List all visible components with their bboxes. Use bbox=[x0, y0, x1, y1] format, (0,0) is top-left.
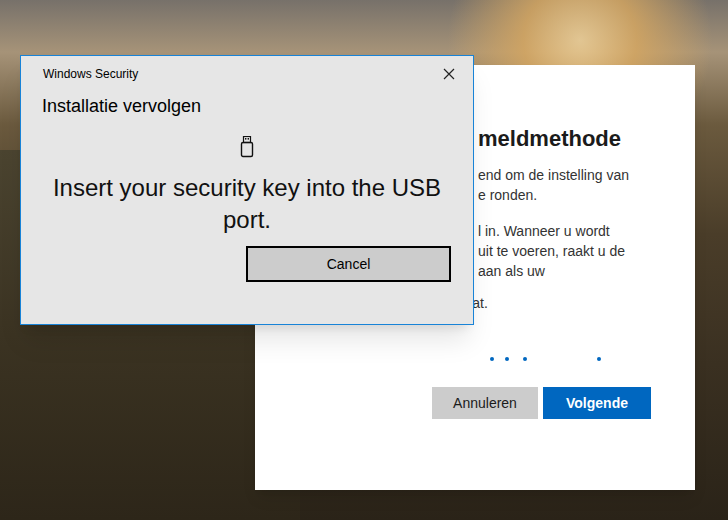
button-row: Annuleren Volgende bbox=[255, 387, 695, 419]
progress-dot bbox=[523, 357, 527, 361]
cancel-button[interactable]: Annuleren bbox=[432, 387, 538, 419]
paragraph: end om de instelling vane ronden. bbox=[478, 165, 679, 205]
progress-dot bbox=[597, 357, 601, 361]
button-label: Volgende bbox=[566, 393, 628, 414]
title-bar: Windows Security bbox=[21, 56, 473, 84]
button-row: Cancel bbox=[21, 246, 473, 282]
app-name: Windows Security bbox=[43, 66, 138, 82]
dialog-title: Installatie vervolgen bbox=[21, 94, 473, 118]
paragraph: l in. Wanneer u wordtuit te voeren, raak… bbox=[478, 221, 679, 281]
usb-key-icon bbox=[21, 136, 473, 158]
button-label: Cancel bbox=[327, 254, 371, 275]
cancel-button[interactable]: Cancel bbox=[246, 246, 451, 282]
setup-title: meldmethode bbox=[478, 123, 679, 155]
dialog-message: Insert your security key into the USB po… bbox=[21, 172, 473, 236]
progress-dot bbox=[490, 357, 494, 361]
progress-dots bbox=[255, 357, 695, 365]
paragraph-line: aan als uw bbox=[478, 261, 679, 281]
paragraph-line: e ronden. bbox=[478, 185, 679, 205]
paragraph-line: end om de instelling van bbox=[478, 165, 679, 185]
paragraph-line: uit te voeren, raakt u de bbox=[478, 241, 679, 261]
button-label: Annuleren bbox=[453, 393, 517, 414]
security-dialog: Windows Security Installatie vervolgen Ins… bbox=[20, 55, 474, 325]
close-icon[interactable] bbox=[439, 64, 459, 84]
desktop: meldmethode end om de instelling vane ron… bbox=[0, 0, 728, 520]
next-button[interactable]: Volgende bbox=[543, 387, 651, 419]
progress-dot bbox=[505, 357, 509, 361]
paragraph-line: l in. Wanneer u wordt bbox=[478, 221, 679, 241]
